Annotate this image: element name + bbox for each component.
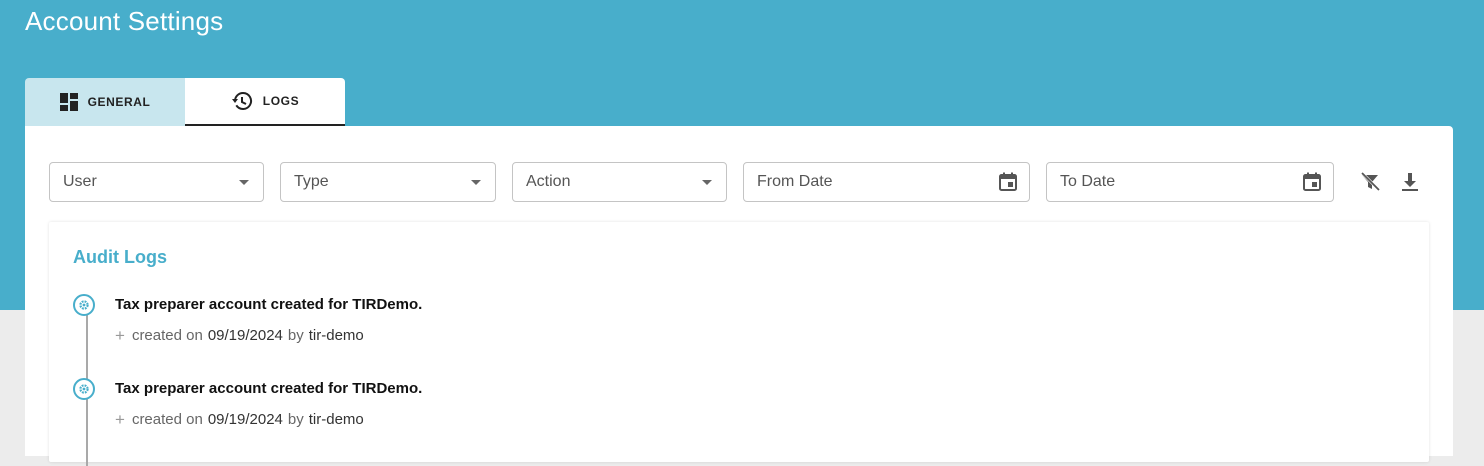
- from-date-label: From Date: [757, 173, 833, 190]
- chevron-down-icon: [471, 180, 481, 185]
- gear-icon: [73, 378, 95, 400]
- page-title: Account Settings: [25, 6, 224, 36]
- to-date-field[interactable]: To Date: [1046, 162, 1334, 202]
- calendar-icon[interactable]: [1302, 172, 1322, 197]
- dashboard-icon: [59, 93, 78, 111]
- action-select-label: Action: [526, 173, 571, 190]
- type-select-label: Type: [294, 173, 329, 190]
- by-label: by: [287, 327, 304, 344]
- gear-icon: [73, 294, 95, 316]
- log-entry-user: tir-demo: [308, 327, 364, 344]
- log-entry-date: 09/19/2024: [207, 327, 283, 344]
- created-on-label: created on: [131, 411, 203, 428]
- logs-panel: User Type Action From Date To Date Audit…: [25, 126, 1453, 466]
- log-entry-meta: + created on 09/19/2024 by tir-demo: [115, 327, 364, 344]
- user-select[interactable]: User: [49, 162, 264, 202]
- tab-logs[interactable]: LOGS: [185, 78, 345, 126]
- chevron-down-icon: [702, 180, 712, 185]
- log-entry-date: 09/19/2024: [207, 411, 283, 428]
- user-select-label: User: [63, 173, 97, 190]
- filter-off-icon[interactable]: [1358, 170, 1382, 199]
- tab-logs-label: LOGS: [262, 94, 300, 108]
- expand-icon[interactable]: +: [115, 327, 125, 344]
- audit-logs-panel: Audit Logs Tax preparer account created …: [49, 222, 1429, 466]
- created-on-label: created on: [131, 327, 203, 344]
- audit-logs-title: Audit Logs: [73, 247, 167, 267]
- type-select[interactable]: Type: [280, 162, 496, 202]
- log-entry-meta: + created on 09/19/2024 by tir-demo: [115, 411, 364, 428]
- chevron-down-icon: [239, 180, 249, 185]
- tab-general[interactable]: GENERAL: [25, 78, 185, 126]
- log-entry-title: Tax preparer account created for TIRDemo…: [115, 296, 423, 313]
- to-date-label: To Date: [1060, 173, 1116, 190]
- download-icon[interactable]: [1398, 170, 1422, 199]
- tab-bar: GENERAL LOGS: [25, 78, 345, 126]
- tab-general-label: GENERAL: [87, 95, 151, 109]
- history-icon: [231, 91, 253, 111]
- log-entry-user: tir-demo: [308, 411, 364, 428]
- expand-icon[interactable]: +: [115, 411, 125, 428]
- by-label: by: [287, 411, 304, 428]
- log-entry-title: Tax preparer account created for TIRDemo…: [115, 380, 423, 397]
- calendar-icon[interactable]: [998, 172, 1018, 197]
- from-date-field[interactable]: From Date: [743, 162, 1030, 202]
- action-select[interactable]: Action: [512, 162, 727, 202]
